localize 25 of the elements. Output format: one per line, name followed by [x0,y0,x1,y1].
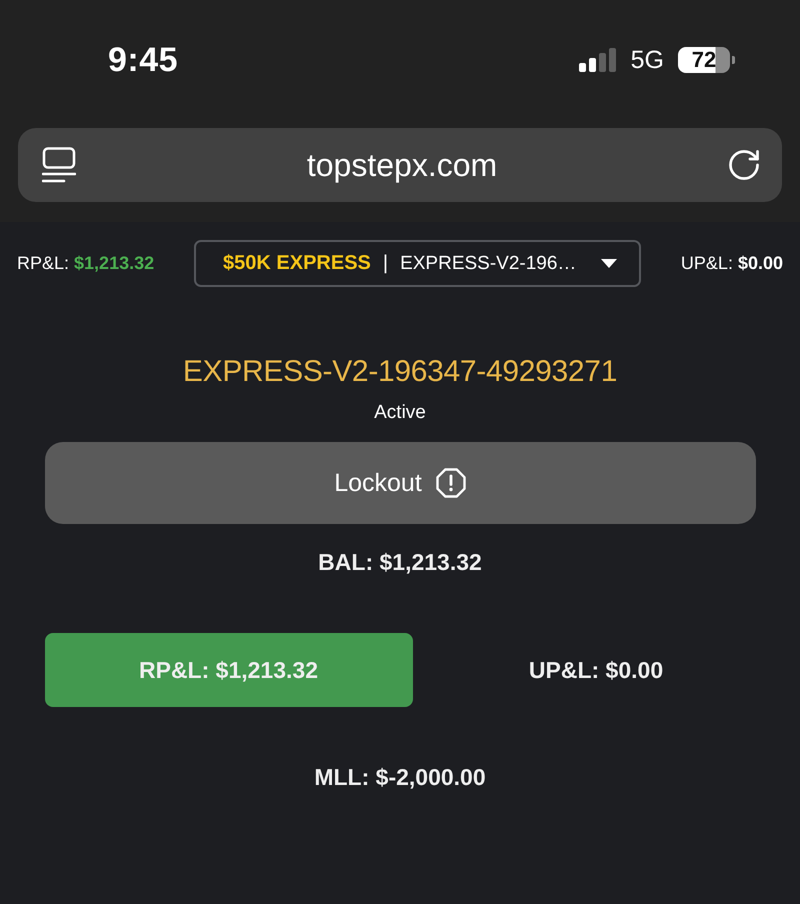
metric-label: UP&L: [680,253,733,274]
account-dropdown[interactable]: $50K EXPRESS | EXPRESS-V2-196… [194,240,642,287]
reload-icon[interactable] [726,147,762,183]
lockout-button[interactable]: Lockout [44,442,756,524]
network-type: 5G [630,45,664,75]
account-status: Active [374,401,426,425]
account-title: EXPRESS-V2-196347-49293271 [182,354,618,390]
clock-time: 9:45 [108,40,178,80]
pnl-text: UP&L: $0.00 [528,656,664,684]
separator-text: | [382,252,388,275]
max-loss-limit-text: MLL: $-2,000.00 [314,763,486,792]
address-bar[interactable]: topstepx.com [18,128,782,202]
page-menu-icon[interactable] [42,147,76,183]
balance-text: BAL: $1,213.32 [318,548,482,577]
caret-down-icon [601,259,618,268]
signal-icon [578,48,617,72]
metric-value: $0.00 [738,253,783,274]
plan-name: $50K EXPRESS [223,252,371,275]
warning-octagon-icon [436,468,466,498]
metric-label: RP&L: [17,253,70,274]
metric-value: $1,213.32 [74,253,154,274]
account-id: EXPRESS-V2-196… [400,252,578,274]
pnl-tile: RP&L: $1,213.32 [44,633,412,707]
battery-indicator: 72 [678,47,735,73]
url-text: topstepx.com [306,146,498,185]
